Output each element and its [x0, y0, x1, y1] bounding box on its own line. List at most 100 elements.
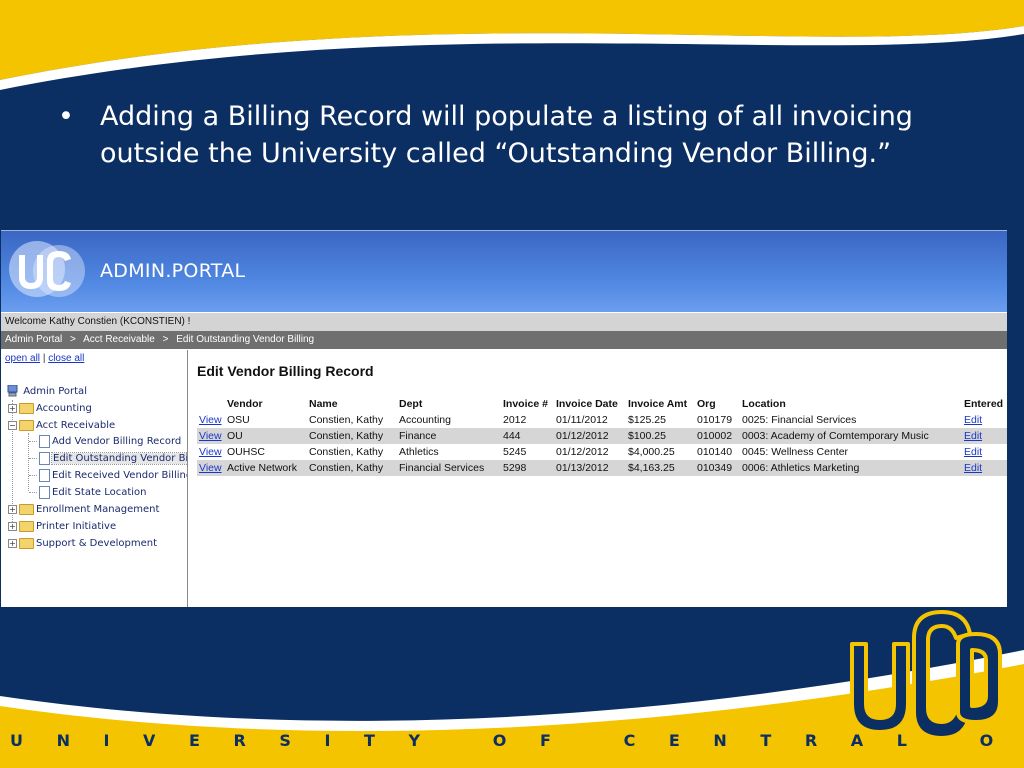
table-row: View Active Network Constien, Kathy Fina… — [197, 460, 1007, 476]
sidebar-item-label: Support & Development — [36, 538, 158, 549]
edit-link[interactable]: Edit — [964, 446, 982, 458]
bullet-point: • Adding a Billing Record will populate … — [58, 98, 958, 172]
invoice-date-cell: 01/12/2012 — [556, 446, 609, 458]
sidebar-item-accounting[interactable]: + Accounting — [8, 401, 92, 417]
tree-connector — [29, 475, 37, 476]
folder-open-icon — [19, 419, 34, 431]
org-cell: 010179 — [697, 414, 733, 426]
open-all-link[interactable]: open all — [5, 353, 40, 364]
sidebar-item-label: Enrollment Management — [36, 504, 160, 515]
invoice-cell: 444 — [501, 428, 554, 444]
breadcrumb-item-acct-receivable[interactable]: Acct Receivable — [83, 334, 155, 345]
dept-cell: Accounting — [399, 414, 451, 426]
folder-icon — [19, 402, 34, 414]
sidebar-item-support-development[interactable]: + Support & Development — [8, 536, 157, 552]
sidebar-item-enrollment-management[interactable]: + Enrollment Management — [8, 502, 159, 518]
vendor-cell: OU — [225, 428, 307, 444]
sidebar-item-acct-receivable[interactable]: − Acct Receivable — [8, 418, 115, 434]
column-header-invoice-amt: Invoice Amt — [628, 398, 688, 410]
bullet-icon: • — [58, 101, 74, 132]
location-cell: 0006: Athletics Marketing — [740, 460, 962, 476]
tree-controls-separator: | — [42, 353, 46, 364]
page-icon — [39, 434, 50, 448]
name-cell: Constien, Kathy — [309, 446, 384, 458]
location-cell: 0003: Academy of Comtemporary Music — [740, 428, 962, 444]
close-all-link[interactable]: close all — [48, 353, 84, 364]
tree-connector — [29, 458, 37, 459]
page-icon — [39, 485, 50, 499]
sidebar-item-add-vendor-billing[interactable]: Add Vendor Billing Record — [39, 434, 181, 450]
sidebar-item-label: Accounting — [36, 403, 92, 414]
tree-connector — [29, 441, 37, 442]
sidebar-item-label: Edit Received Vendor Billing — [52, 470, 188, 481]
sidebar-item-admin-portal[interactable]: Admin Portal — [7, 384, 87, 400]
breadcrumb-item-admin-portal[interactable]: Admin Portal — [5, 334, 62, 345]
bullet-text: Adding a Billing Record will populate a … — [100, 101, 913, 169]
sidebar-item-label: Add Vendor Billing Record — [52, 436, 182, 447]
view-link[interactable]: View — [199, 414, 222, 426]
expand-icon[interactable]: + — [8, 521, 17, 531]
sidebar-item-label: Admin Portal — [23, 386, 87, 397]
breadcrumb-separator: > — [162, 334, 169, 345]
page-title: Edit Vendor Billing Record — [197, 363, 374, 379]
vendor-cell: Active Network — [225, 460, 307, 476]
sidebar-item-edit-state-location[interactable]: Edit State Location — [39, 485, 147, 501]
table-row: View OU Constien, Kathy Finance 444 01/1… — [197, 428, 1007, 444]
column-header-vendor: Vendor — [227, 398, 263, 410]
table-header-row: Vendor Name Dept Invoice # Invoice Date … — [197, 396, 1007, 412]
uco-logo — [850, 610, 1002, 740]
edit-link[interactable]: Edit — [964, 462, 982, 474]
table-row: View OSU Constien, Kathy Accounting 2012… — [197, 412, 1007, 428]
sidebar-item-label: Edit State Location — [52, 487, 147, 498]
view-link[interactable]: View — [199, 430, 222, 442]
invoice-amt-cell: $4,000.25 — [628, 446, 675, 458]
invoice-date-cell: 01/11/2012 — [556, 414, 608, 426]
name-cell: Constien, Kathy — [309, 414, 384, 426]
location-cell: 0025: Financial Services — [742, 414, 857, 426]
dept-cell: Athletics — [399, 446, 439, 458]
sidebar-item-edit-received-vendor-billing[interactable]: Edit Received Vendor Billing — [39, 468, 188, 484]
column-header — [197, 396, 225, 412]
invoice-date-cell: 01/12/2012 — [554, 428, 626, 444]
admin-portal-screenshot: ADMIN.PORTAL Welcome Kathy Constien (KCO… — [1, 230, 1007, 607]
collapse-icon[interactable]: − — [8, 420, 17, 430]
uco-logo — [9, 241, 85, 297]
expand-icon[interactable]: + — [8, 403, 17, 413]
invoice-amt-cell: $4,163.25 — [626, 460, 695, 476]
portal-header: ADMIN.PORTAL — [1, 231, 1007, 312]
sidebar-item-label: Acct Receivable — [36, 420, 116, 431]
edit-link[interactable]: Edit — [964, 414, 982, 426]
breadcrumb: Admin Portal > Acct Receivable > Edit Ou… — [1, 331, 1007, 349]
name-cell: Constien, Kathy — [307, 460, 397, 476]
dept-cell: Financial Services — [397, 460, 501, 476]
dept-cell: Finance — [397, 428, 501, 444]
portal-title: ADMIN.PORTAL — [100, 260, 246, 282]
sidebar-item-edit-outstanding-vendor-billing[interactable]: Edit Outstanding Vendor Billing — [39, 451, 187, 467]
column-header-dept: Dept — [399, 398, 423, 410]
vendor-cell: OUHSC — [227, 446, 265, 458]
sidebar-item-label: Edit Outstanding Vendor Billing — [50, 452, 187, 465]
sidebar-item-printer-initiative[interactable]: + Printer Initiative — [8, 519, 116, 535]
page-icon — [39, 468, 50, 482]
expand-icon[interactable]: + — [8, 538, 17, 548]
view-link[interactable]: View — [199, 446, 222, 458]
vendor-cell: OSU — [227, 414, 250, 426]
location-cell: 0045: Wellness Center — [742, 446, 849, 458]
expand-icon[interactable]: + — [8, 504, 17, 514]
folder-icon — [19, 503, 34, 515]
column-header-entered: Entered — [964, 398, 1004, 410]
org-cell: 010349 — [695, 460, 740, 476]
column-header-invoice-date: Invoice Date — [556, 398, 618, 410]
tree-connector — [29, 492, 37, 493]
edit-link[interactable]: Edit — [964, 430, 982, 442]
folder-icon — [19, 537, 34, 549]
table-row: View OUHSC Constien, Kathy Athletics 524… — [197, 444, 1007, 460]
footer-university-name: U N I V E R S I T Y O F C E N T R A L O … — [10, 731, 1024, 750]
folder-icon — [19, 520, 34, 532]
welcome-message: Welcome Kathy Constien (KCONSTIEN) ! — [1, 313, 1007, 331]
column-header-invoice: Invoice # — [503, 398, 548, 410]
view-link[interactable]: View — [199, 462, 222, 474]
sidebar-tree: open all | close all Admin Portal + Accou… — [1, 350, 188, 607]
main-content: Edit Vendor Billing Record Vendor Name D… — [189, 350, 1007, 607]
invoice-date-cell: 01/13/2012 — [554, 460, 626, 476]
